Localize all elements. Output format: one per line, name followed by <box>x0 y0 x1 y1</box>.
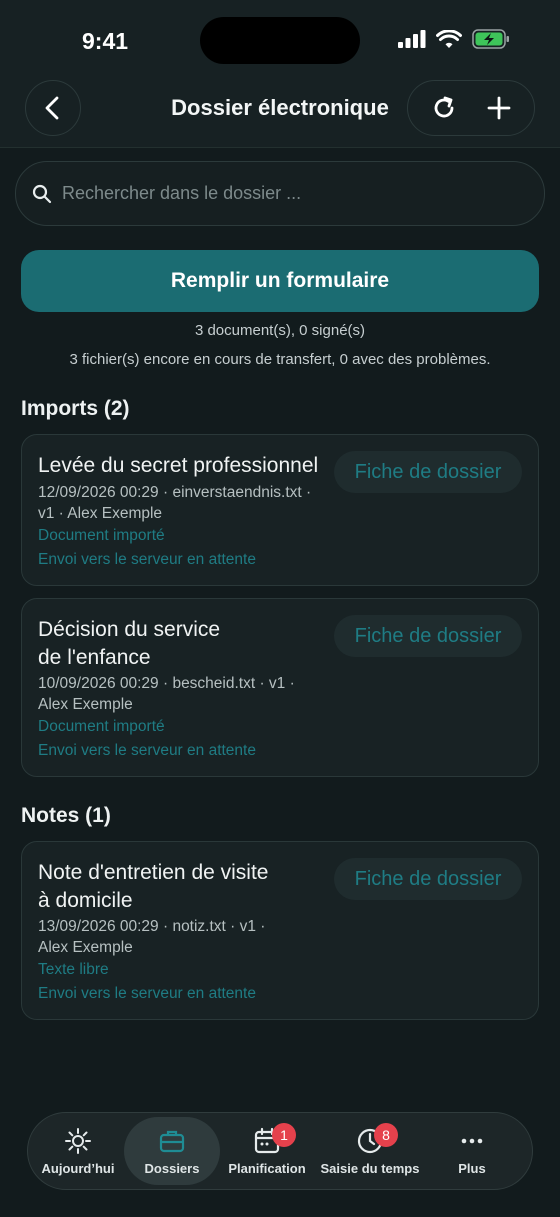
item-title-line: Note d'entretien de visite <box>38 861 269 884</box>
more-icon <box>461 1138 483 1143</box>
item-meta-line: 10/09/2026 00:29 · bescheid.txt · v1 · <box>38 675 295 692</box>
case-file-button[interactable]: Fiche de dossier <box>334 615 522 657</box>
item-upload-status: Envoi vers le serveur en attente <box>38 551 256 568</box>
status-bar: 9:41 <box>0 0 560 80</box>
sun-icon <box>65 1127 91 1154</box>
item-meta-line: Alex Exemple <box>38 939 133 956</box>
item-type: Texte libre <box>38 961 109 978</box>
tab-more[interactable]: Plus <box>426 1117 518 1185</box>
tab-label: Dossiers <box>144 1160 200 1176</box>
refresh-icon <box>434 96 453 118</box>
case-file-button[interactable]: Fiche de dossier <box>334 858 522 900</box>
signal-icon <box>398 30 426 48</box>
battery-charging-icon <box>472 29 509 49</box>
list-item[interactable]: Décision du service de l'enfance 10/09/2… <box>21 598 539 777</box>
item-meta-line: Alex Exemple <box>38 696 133 713</box>
tab-planning[interactable]: Planification 1 <box>220 1117 314 1185</box>
search-icon <box>32 184 52 203</box>
item-type: Document importé <box>38 718 165 735</box>
item-meta-line: 13/09/2026 00:29 · notiz.txt · v1 · <box>38 918 266 935</box>
tab-today[interactable]: Aujourd’hui <box>32 1117 124 1185</box>
tab-bar: Aujourd’hui Dossiers Planification 1 Sai… <box>27 1112 533 1190</box>
app-header: Dossier électronique <box>0 80 560 148</box>
item-title-line: à domicile <box>38 889 133 912</box>
notification-badge: 8 <box>374 1123 398 1147</box>
imports-section-title: Imports (2) <box>21 397 130 420</box>
notes-section-title: Notes (1) <box>21 804 111 827</box>
briefcase-icon <box>159 1130 185 1152</box>
wifi-icon <box>436 29 462 48</box>
header-actions <box>407 80 535 136</box>
item-meta: 13/09/2026 00:29 · notiz.txt · v1 · Alex… <box>38 916 265 958</box>
notification-badge: 1 <box>272 1123 296 1147</box>
fill-form-button[interactable]: Remplir un formulaire <box>21 250 539 312</box>
refresh-button[interactable] <box>422 86 466 130</box>
tab-label: Planification <box>228 1160 306 1176</box>
item-title-line: de l'enfance <box>38 646 151 669</box>
list-item[interactable]: Levée du secret professionnel 12/09/2026… <box>21 434 539 586</box>
transfer-summary: 3 fichier(s) encore en cours de transfer… <box>69 351 491 368</box>
item-title: Levée du secret professionnel <box>38 454 319 477</box>
status-time: 9:41 <box>82 28 129 54</box>
plus-icon <box>487 96 510 120</box>
item-type: Document importé <box>38 527 165 544</box>
item-upload-status: Envoi vers le serveur en attente <box>38 985 256 1002</box>
tab-label: Plus <box>458 1160 486 1176</box>
item-title-line: Décision du service <box>38 618 221 641</box>
item-meta: 10/09/2026 00:29 · bescheid.txt · v1 · A… <box>38 673 295 715</box>
tab-label: Saisie du temps <box>320 1160 420 1176</box>
item-title: Note d'entretien de visite à domicile <box>38 859 268 915</box>
search-input[interactable] <box>62 183 502 204</box>
search-bar <box>15 161 545 226</box>
case-file-button[interactable]: Fiche de dossier <box>334 451 522 493</box>
tab-time-entry[interactable]: Saisie du temps 8 <box>314 1117 426 1185</box>
item-meta: 12/09/2026 00:29 · einverstaendnis.txt ·… <box>38 482 311 524</box>
item-upload-status: Envoi vers le serveur en attente <box>38 742 256 759</box>
tab-dossiers[interactable]: Dossiers <box>124 1117 220 1185</box>
add-button[interactable] <box>477 86 521 130</box>
item-meta-line: v1 · Alex Exemple <box>38 505 163 522</box>
item-title: Décision du service de l'enfance <box>38 616 220 672</box>
dynamic-island <box>200 17 360 64</box>
status-icons <box>398 29 510 49</box>
list-item[interactable]: Note d'entretien de visite à domicile 13… <box>21 841 539 1020</box>
document-summary: 3 document(s), 0 signé(s) <box>194 322 366 339</box>
tab-label: Aujourd’hui <box>41 1160 115 1176</box>
item-meta-line: 12/09/2026 00:29 · einverstaendnis.txt · <box>38 484 312 501</box>
